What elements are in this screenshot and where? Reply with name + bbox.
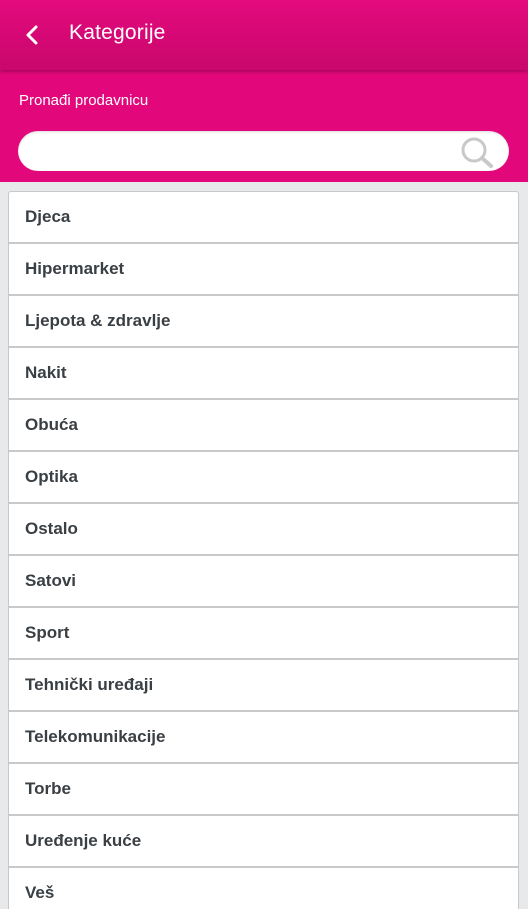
category-list-item[interactable]: Hipermarket (9, 244, 518, 296)
category-label: Satovi (25, 571, 77, 590)
category-label: Uređenje kuće (25, 831, 142, 850)
top-app-bar: Kategorije (0, 0, 528, 70)
category-label: Ljepota & zdravlje (25, 311, 171, 330)
category-list-item[interactable]: Torbe (9, 764, 518, 816)
category-label: Nakit (25, 363, 67, 382)
category-label: Telekomunikacije (25, 727, 166, 746)
search-section: Pronađi prodavnicu (0, 70, 528, 182)
page-title: Kategorije (69, 21, 166, 44)
back-button[interactable] (14, 17, 50, 53)
category-list-item[interactable]: Telekomunikacije (9, 712, 518, 764)
search-input[interactable] (34, 131, 454, 171)
category-list-item[interactable]: Tehnički uređaji (9, 660, 518, 712)
category-label: Djeca (25, 207, 71, 226)
search-box (18, 131, 509, 171)
search-icon[interactable] (459, 135, 495, 169)
category-label: Tehnički uređaji (25, 675, 154, 694)
category-label: Veš (25, 883, 55, 902)
category-list-item[interactable]: Nakit (9, 348, 518, 400)
category-list-item[interactable]: Ostalo (9, 504, 518, 556)
category-label: Sport (25, 623, 70, 642)
category-list-item[interactable]: Veš (9, 868, 518, 909)
category-label: Hipermarket (25, 259, 125, 278)
category-list: Djeca Hipermarket Ljepota & zdravlje Nakit O… (8, 191, 519, 909)
category-label: Obuća (25, 415, 78, 434)
search-label: Pronađi prodavnicu (19, 92, 149, 109)
app-screen: Kategorije Pronađi prodavnicu Djeca Hiper… (0, 0, 528, 909)
category-list-item[interactable]: Uređenje kuće (9, 816, 518, 868)
category-list-item[interactable]: Satovi (9, 556, 518, 608)
category-list-item[interactable]: Optika (9, 452, 518, 504)
category-list-item[interactable]: Sport (9, 608, 518, 660)
category-list-item[interactable]: Obuća (9, 400, 518, 452)
category-label: Torbe (25, 779, 71, 798)
category-list-item[interactable]: Ljepota & zdravlje (9, 296, 518, 348)
category-label: Optika (25, 467, 78, 486)
chevron-left-icon (26, 25, 38, 45)
category-label: Ostalo (25, 519, 78, 538)
category-list-item[interactable]: Djeca (9, 192, 518, 244)
